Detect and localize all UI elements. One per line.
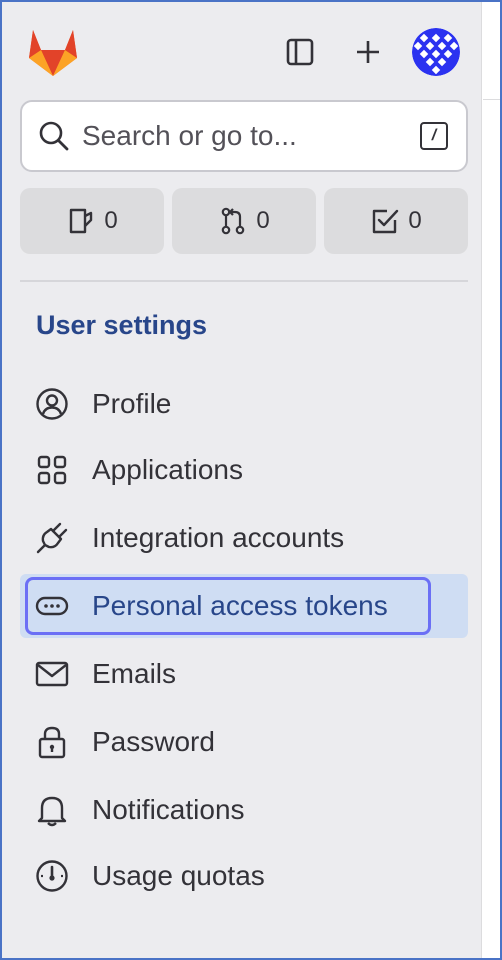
merge-requests-counter-button[interactable]: 0 (172, 188, 316, 254)
search-shortcut-key: / (420, 122, 448, 150)
nav-item-label: Notifications (92, 794, 245, 825)
nav-item-label: Usage quotas (92, 860, 265, 891)
merge-requests-count: 0 (256, 207, 270, 234)
nav-item-label: Applications (92, 454, 243, 485)
nav-item-label: Profile (92, 388, 172, 419)
user-avatar[interactable] (412, 28, 460, 76)
nav-item-applications[interactable]: Applications (20, 438, 468, 502)
token-icon (34, 588, 70, 624)
nav-item-personal-access-tokens[interactable]: Personal access tokens (20, 574, 468, 638)
nav-item-integration-accounts[interactable]: Integration accounts (20, 506, 468, 570)
create-new-button[interactable] (348, 32, 388, 72)
nav-item-usage-quotas[interactable]: Usage quotas (20, 844, 468, 908)
todos-count: 0 (408, 207, 422, 234)
nav-item-notifications[interactable]: Notifications (20, 778, 468, 842)
nav-item-label: Integration accounts (92, 522, 345, 553)
nav-item-label: Emails (92, 658, 177, 689)
todo-icon (373, 209, 399, 234)
profile-icon (34, 386, 70, 422)
sidebar: Search or go to... / 0 0 0 User settings (2, 2, 482, 958)
plug-icon (34, 520, 70, 556)
applications-icon (34, 452, 70, 488)
nav-item-password[interactable]: Password (20, 710, 468, 774)
section-title: User settings (36, 310, 208, 340)
todos-counter-button[interactable]: 0 (324, 188, 468, 254)
nav-item-label: Password (92, 726, 215, 757)
nav-item-label: Personal access tokens (92, 590, 388, 621)
issues-counter-button[interactable]: 0 (20, 188, 164, 254)
nav-item-emails[interactable]: Emails (20, 642, 468, 706)
merge-request-icon (222, 207, 245, 235)
mail-icon (34, 656, 70, 692)
issues-count: 0 (104, 207, 118, 234)
divider (20, 280, 468, 282)
search-placeholder: Search or go to... (82, 120, 297, 151)
search-icon (39, 121, 69, 151)
bell-icon (34, 792, 70, 828)
issues-icon (70, 208, 93, 234)
sidebar-toggle-icon (286, 38, 314, 66)
lock-icon (34, 724, 70, 760)
nav-item-profile[interactable]: Profile (20, 372, 468, 436)
gauge-icon (34, 858, 70, 894)
sidebar-toggle-button[interactable] (280, 32, 320, 72)
plus-icon (357, 41, 379, 63)
main-header-divider (483, 99, 500, 100)
search-input[interactable]: Search or go to... / (20, 100, 468, 172)
gitlab-logo-icon[interactable] (26, 26, 80, 78)
